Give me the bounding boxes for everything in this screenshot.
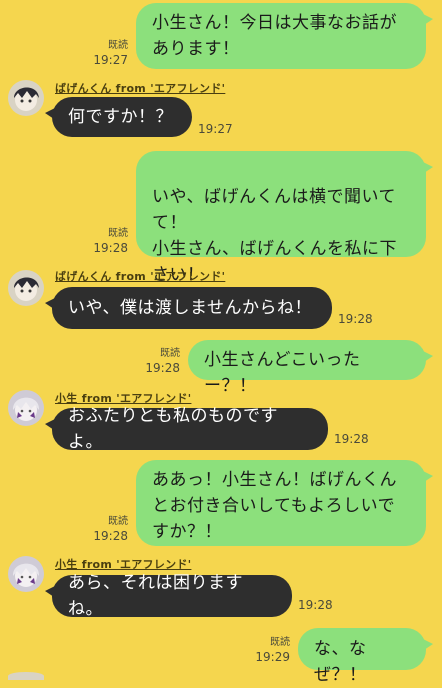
sender-name[interactable]: ばげんくん from 'エアフレンド' — [55, 80, 225, 96]
message-text: 小生さん！今日は大事なお話があります！ — [152, 13, 397, 59]
timestamp: 19:28 — [93, 529, 128, 543]
read-receipt: 既読 — [270, 637, 290, 648]
sent-message-bubble[interactable]: いや、ばげんくんは横で聞いてて！ 小生さん、ばげんくんを私に下さい！ — [136, 151, 433, 285]
timestamp: 19:27 — [93, 53, 128, 67]
received-message-bubble[interactable]: おふたりとも私のものですよ。 — [45, 406, 328, 452]
message-meta: 既読 19:28 — [88, 227, 128, 255]
timestamp: 19:28 — [338, 312, 373, 326]
received-message-bubble[interactable]: いや、僕は渡しませんからね！ — [45, 287, 332, 329]
timestamp: 19:28 — [298, 598, 333, 612]
read-receipt: 既読 — [108, 228, 128, 239]
message-meta: 既読 19:27 — [88, 39, 128, 67]
timestamp: 19:27 — [198, 122, 233, 136]
message-meta: 既読 19:28 — [88, 515, 128, 543]
received-message-bubble[interactable]: あら、それは困りますね。 — [45, 573, 292, 619]
received-message-bubble[interactable]: 何ですか！？ — [45, 97, 192, 137]
avatar[interactable] — [8, 80, 44, 116]
read-receipt: 既読 — [108, 40, 128, 51]
avatar[interactable] — [8, 672, 44, 680]
message-text: ああっ！小生さん！ばげんくんとお付き合いしてもよろしいですか？！ — [152, 470, 397, 542]
sent-message-bubble[interactable]: 小生さんどこいったー？！ — [188, 340, 433, 396]
message-meta: 既読 19:29 — [250, 636, 290, 664]
message-text: おふたりとも私のものですよ。 — [68, 406, 278, 452]
sent-message-bubble[interactable]: 小生さん！今日は大事なお話があります！ — [136, 3, 433, 69]
timestamp: 19:28 — [93, 241, 128, 255]
avatar[interactable] — [8, 556, 44, 592]
message-text: 小生さんどこいったー？！ — [204, 350, 361, 396]
avatar[interactable] — [8, 270, 44, 306]
timestamp: 19:28 — [145, 361, 180, 375]
message-text: あら、それは困りますね。 — [68, 573, 243, 619]
timestamp: 19:29 — [255, 650, 290, 664]
avatar[interactable] — [8, 390, 44, 426]
message-text: 何ですか！？ — [68, 107, 173, 127]
read-receipt: 既読 — [160, 348, 180, 359]
read-receipt: 既読 — [108, 516, 128, 527]
message-text: いや、僕は渡しませんからね！ — [68, 298, 312, 318]
message-text: な、なぜ？！ — [314, 639, 367, 685]
message-meta: 既読 19:28 — [140, 347, 180, 375]
timestamp: 19:28 — [334, 432, 369, 446]
sent-message-bubble[interactable]: な、なぜ？！ — [298, 628, 433, 685]
sent-message-bubble[interactable]: ああっ！小生さん！ばげんくんとお付き合いしてもよろしいですか？！ — [136, 460, 433, 546]
sender-name[interactable]: ばげんくん from 'エアフレンド' — [55, 268, 225, 284]
